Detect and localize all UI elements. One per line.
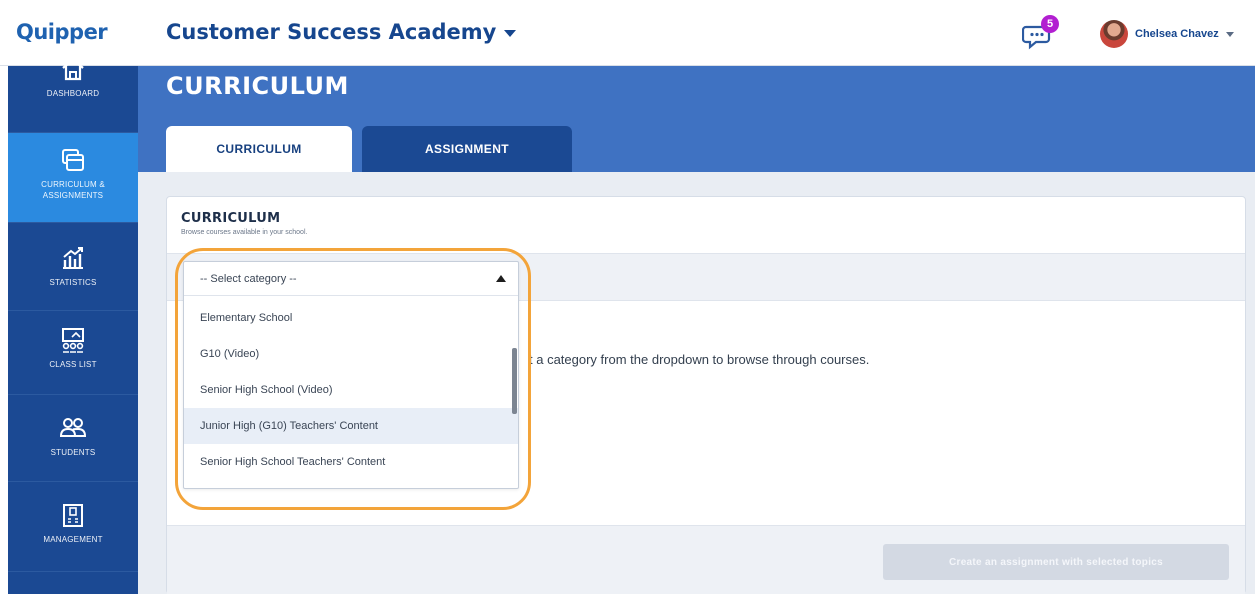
- user-name: Chelsea Chavez: [1135, 28, 1219, 40]
- notifications-button[interactable]: 5: [1022, 15, 1062, 52]
- create-assignment-button[interactable]: Create an assignment with selected topic…: [883, 544, 1229, 580]
- category-option[interactable]: Elementary School: [184, 300, 518, 336]
- app-window: Quipper Customer Success Academy 5 Chels…: [0, 0, 1255, 594]
- sidebar-item-class-list[interactable]: CLASS LIST: [8, 311, 138, 395]
- chevron-down-icon: [504, 30, 517, 37]
- sidebar-item-label: CURRICULUM & ASSIGNMENTS: [41, 180, 105, 200]
- category-option[interactable]: Senior High School Teachers' Content: [184, 444, 518, 480]
- school-name: Customer Success Academy: [166, 20, 497, 44]
- category-option[interactable]: G10 (Video): [184, 336, 518, 372]
- chevron-up-icon: [496, 275, 506, 282]
- statistics-icon: [63, 247, 83, 269]
- category-dropdown[interactable]: -- Select category -- Elementary School …: [183, 261, 519, 489]
- card-subtitle: Browse courses available in your school.: [181, 229, 308, 236]
- school-selector[interactable]: Customer Success Academy: [166, 20, 517, 44]
- sidebar-item-label: CLASS LIST: [49, 360, 97, 369]
- sidebar-item-students[interactable]: STUDENTS: [8, 395, 138, 482]
- top-bar: Quipper Customer Success Academy 5 Chels…: [0, 0, 1255, 66]
- tab-assignment[interactable]: ASSIGNMENT: [362, 126, 572, 172]
- dropdown-scrollbar[interactable]: [512, 348, 517, 414]
- page-header: CURRICULUM CURRICULUM ASSIGNMENT: [138, 66, 1255, 172]
- sidebar-item-label: STATISTICS: [49, 278, 97, 287]
- sidebar-item-label: STUDENTS: [50, 448, 96, 457]
- category-select-value: -- Select category --: [200, 272, 297, 285]
- tab-curriculum[interactable]: CURRICULUM: [166, 126, 352, 172]
- page-title: CURRICULUM: [166, 72, 349, 100]
- category-select[interactable]: -- Select category --: [184, 262, 518, 296]
- category-options-list: Elementary School G10 (Video) Senior Hig…: [184, 300, 518, 480]
- card-title: CURRICULUM: [181, 211, 281, 226]
- avatar: [1100, 20, 1128, 48]
- chevron-down-icon: [1225, 31, 1234, 37]
- management-icon: [63, 504, 83, 527]
- sidebar-item-statistics[interactable]: STATISTICS: [8, 223, 138, 311]
- sidebar-item-management[interactable]: MANAGEMENT: [8, 482, 138, 572]
- notification-badge: 5: [1041, 15, 1059, 33]
- user-menu[interactable]: Chelsea Chavez: [1100, 20, 1234, 48]
- card-footer: Create an assignment with selected topic…: [167, 525, 1245, 594]
- sidebar-item-curriculum[interactable]: CURRICULUM & ASSIGNMENTS: [8, 133, 138, 223]
- sidebar: DASHBOARD CURRICULUM & ASSIGNMENTS STATI…: [8, 57, 138, 594]
- empty-state-message: t a category from the dropdown to browse…: [529, 352, 870, 367]
- class-list-icon: [62, 328, 84, 353]
- sidebar-item-label: DASHBOARD: [46, 89, 100, 98]
- category-option-highlighted[interactable]: Junior High (G10) Teachers' Content: [184, 408, 518, 444]
- home-icon: [62, 57, 84, 81]
- sidebar-item-dashboard[interactable]: DASHBOARD: [8, 46, 138, 133]
- brand-logo[interactable]: Quipper: [16, 20, 108, 44]
- students-icon: [60, 418, 86, 437]
- sidebar-item-label: MANAGEMENT: [43, 535, 103, 544]
- curriculum-icon: [62, 149, 84, 171]
- category-option[interactable]: Senior High School (Video): [184, 372, 518, 408]
